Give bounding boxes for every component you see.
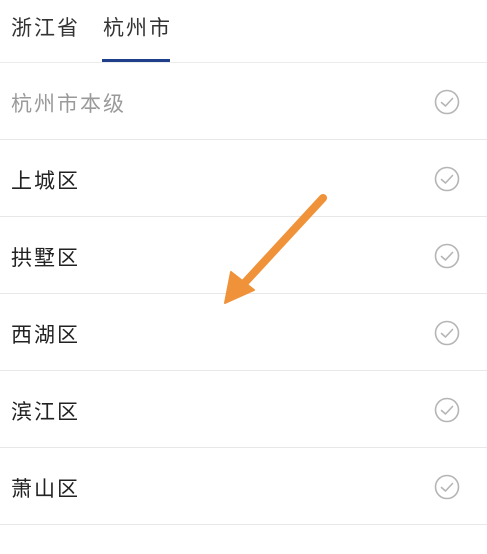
list-item-label: 上城区 [11,169,80,193]
list-item[interactable]: 拱墅区 [0,217,487,294]
region-tabs: 浙江省 杭州市 [0,0,487,63]
check-circle-icon [434,397,460,423]
list-item-label: 萧山区 [11,477,80,501]
list-item-label: 滨江区 [11,400,80,424]
active-tab-indicator [102,59,170,62]
check-circle-icon [434,89,460,115]
check-circle-icon [434,243,460,269]
check-circle-icon [434,320,460,346]
check-circle-icon [434,474,460,500]
list-item-label: 杭州市本级 [11,92,126,116]
list-item-label: 拱墅区 [11,246,80,270]
list-item[interactable]: 杭州市本级 [0,63,487,140]
list-item[interactable]: 西湖区 [0,294,487,371]
tab-province[interactable]: 浙江省 [11,12,80,42]
list-item[interactable]: 上城区 [0,140,487,217]
tab-city[interactable]: 杭州市 [103,12,172,42]
list-item-label: 西湖区 [11,323,80,347]
check-circle-icon [434,166,460,192]
list-item[interactable]: 萧山区 [0,448,487,525]
list-item[interactable]: 滨江区 [0,371,487,448]
district-list: 杭州市本级 上城区 拱墅区 西湖区 滨江区 萧山区 [0,63,487,525]
